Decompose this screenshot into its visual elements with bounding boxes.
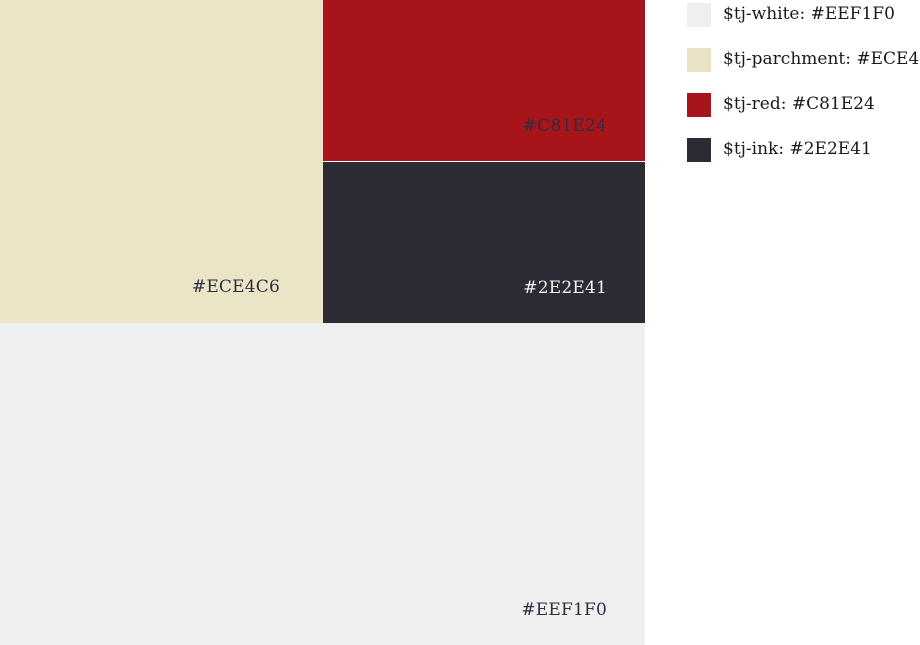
legend-swatch-ink <box>687 138 711 162</box>
swatch-ink-hex: #2E2E41 <box>523 278 607 298</box>
swatch-parchment-hex: #ECE4C6 <box>191 277 280 297</box>
legend-label-red: $tj-red: #C81E24 <box>723 94 875 114</box>
swatch-white: #EEF1F0 <box>0 323 645 645</box>
swatch-red-hex: #C81E24 <box>522 116 607 136</box>
legend-label-ink: $tj-ink: #2E2E41 <box>723 139 872 159</box>
legend-item-red: $tj-red: #C81E24 <box>687 93 920 117</box>
swatch-white-hex: #EEF1F0 <box>521 600 607 620</box>
legend-item-parchment: $tj-parchment: #ECE4C6 <box>687 48 920 72</box>
legend-swatch-parchment <box>687 48 711 72</box>
legend-item-ink: $tj-ink: #2E2E41 <box>687 138 920 162</box>
legend-item-white: $tj-white: #EEF1F0 <box>687 3 920 27</box>
swatch-parchment: #ECE4C6 <box>0 0 323 323</box>
legend-label-white: $tj-white: #EEF1F0 <box>723 4 895 24</box>
legend-swatch-red <box>687 93 711 117</box>
legend-label-parchment: $tj-parchment: #ECE4C6 <box>723 49 920 69</box>
swatch-ink: #2E2E41 <box>323 162 645 323</box>
color-legend: $tj-white: #EEF1F0 $tj-parchment: #ECE4C… <box>687 3 920 183</box>
swatch-red: #C81E24 <box>323 0 645 161</box>
legend-swatch-white <box>687 3 711 27</box>
